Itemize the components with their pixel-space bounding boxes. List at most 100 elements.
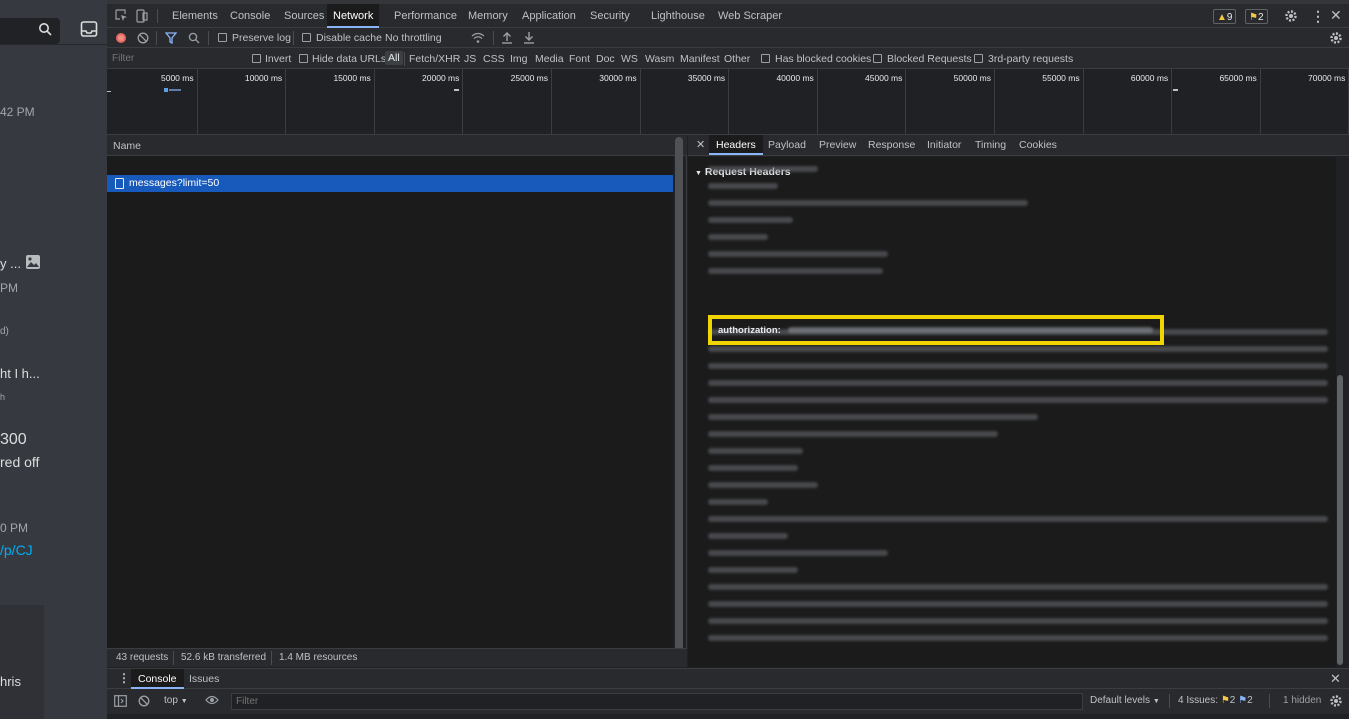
close-drawer-icon[interactable]: ✕ — [1330, 671, 1341, 687]
message-timestamp: 42 PM — [0, 105, 35, 119]
timeline-overview[interactable]: 5000 ms 10000 ms 15000 ms 20000 ms 25000 ms 3… — [107, 69, 1349, 135]
blurred-header-line — [708, 584, 1328, 590]
device-toolbar-icon[interactable] — [136, 9, 148, 23]
timeline-bar — [169, 89, 181, 91]
tab-sources[interactable]: Sources — [284, 4, 324, 28]
blocked-requests-checkbox[interactable] — [873, 54, 882, 63]
devtools-window: Elements Console Sources Network Perform… — [107, 0, 1349, 719]
dropdown-arrow-icon: ▼ — [180, 698, 188, 705]
hide-data-urls-label: Hide data URLs — [312, 53, 387, 65]
clear-icon[interactable] — [137, 32, 149, 44]
blurred-header-line — [708, 166, 818, 172]
tab-headers[interactable]: Headers — [709, 135, 763, 155]
filter-type-wasm[interactable]: Wasm — [645, 53, 674, 65]
message-snippet: red off — [0, 454, 40, 470]
timeline-bar — [164, 88, 168, 92]
request-list-scrollbar[interactable] — [675, 137, 683, 663]
filter-type-doc[interactable]: Doc — [596, 53, 615, 65]
console-drawer: ⋮ Console Issues ✕ top ▼ Default levels … — [107, 668, 1349, 719]
blurred-header-line — [708, 448, 803, 454]
network-toolbar: Preserve log Disable cache No throttling — [107, 28, 1349, 48]
tab-network[interactable]: Network — [327, 4, 380, 28]
console-filter-input[interactable] — [231, 693, 1083, 710]
inspect-element-icon[interactable] — [115, 9, 128, 22]
filter-type-css[interactable]: CSS — [483, 53, 505, 65]
triangle-down-icon: ▼ — [695, 170, 702, 177]
filter-type-all[interactable]: All — [385, 51, 403, 65]
drawer-tab-console[interactable]: Console — [131, 669, 184, 689]
tab-lighthouse[interactable]: Lighthouse — [651, 4, 705, 28]
clear-console-icon[interactable] — [138, 695, 150, 707]
live-expression-eye-icon[interactable] — [205, 695, 219, 705]
member-name[interactable]: hris — [0, 674, 21, 689]
filter-type-ws[interactable]: WS — [621, 53, 638, 65]
throttling-select[interactable]: No throttling — [385, 32, 442, 44]
search-icon[interactable] — [38, 22, 52, 36]
settings-gear-icon[interactable] — [1284, 9, 1298, 23]
network-filter-input[interactable] — [112, 52, 240, 65]
log-levels-select[interactable]: Default levels ▼ — [1090, 695, 1160, 706]
tab-console[interactable]: Console — [230, 4, 270, 28]
tab-initiator[interactable]: Initiator — [927, 135, 961, 155]
tab-memory[interactable]: Memory — [468, 4, 508, 28]
close-devtools-icon[interactable]: ✕ — [1330, 7, 1342, 24]
drawer-menu-icon[interactable]: ⋮ — [118, 671, 130, 685]
console-settings-gear-icon[interactable] — [1329, 694, 1343, 708]
network-settings-gear-icon[interactable] — [1329, 31, 1343, 45]
close-details-icon[interactable]: ✕ — [696, 135, 705, 155]
tab-preview[interactable]: Preview — [819, 135, 856, 155]
image-icon — [25, 254, 41, 270]
tab-security[interactable]: Security — [590, 4, 630, 28]
filter-type-fetch-xhr[interactable]: Fetch/XHR — [409, 53, 460, 65]
record-icon[interactable] — [115, 32, 127, 44]
message-link[interactable]: /p/CJ — [0, 542, 33, 558]
hide-data-urls-checkbox[interactable] — [299, 54, 308, 63]
has-blocked-cookies-checkbox[interactable] — [761, 54, 770, 63]
resources-size: 1.4 MB resources — [279, 652, 358, 663]
details-scrollbar[interactable] — [1337, 375, 1343, 665]
tab-payload[interactable]: Payload — [768, 135, 806, 155]
more-options-icon[interactable]: ⋮ — [1311, 8, 1325, 25]
table-row[interactable]: messages?limit=50 — [107, 175, 673, 192]
issues-badge[interactable]: ⚑2 — [1245, 9, 1268, 24]
filter-funnel-icon[interactable] — [165, 32, 177, 44]
member-card[interactable] — [0, 605, 44, 719]
blurred-header-line — [708, 431, 998, 437]
filter-type-img[interactable]: Img — [510, 53, 528, 65]
blurred-header-line — [708, 380, 1328, 386]
context-select[interactable]: top ▼ — [164, 695, 188, 706]
tab-web-scraper[interactable]: Web Scraper — [718, 4, 782, 28]
timeline-gridline — [462, 69, 464, 135]
network-conditions-icon[interactable] — [471, 32, 485, 44]
tab-elements[interactable]: Elements — [172, 4, 218, 28]
import-har-icon[interactable] — [501, 31, 513, 44]
filter-type-js[interactable]: JS — [464, 53, 476, 65]
filter-type-manifest[interactable]: Manifest — [680, 53, 720, 65]
column-name-header[interactable]: Name — [113, 140, 141, 152]
tab-application[interactable]: Application — [522, 4, 576, 28]
invert-checkbox[interactable] — [252, 54, 261, 63]
search-icon[interactable] — [188, 32, 200, 44]
timeline-tick-label: 10000 ms — [244, 73, 283, 83]
tab-cookies[interactable]: Cookies — [1019, 135, 1057, 155]
preserve-log-checkbox[interactable] — [218, 33, 227, 42]
filter-type-font[interactable]: Font — [569, 53, 590, 65]
filter-type-other[interactable]: Other — [724, 53, 750, 65]
console-sidebar-icon[interactable] — [114, 695, 127, 707]
request-list: Name messages?limit=50 — [107, 135, 687, 667]
transferred-size: 52.6 kB transferred — [181, 652, 267, 663]
disable-cache-checkbox[interactable] — [302, 33, 311, 42]
divider — [1169, 694, 1170, 708]
tab-response[interactable]: Response — [868, 135, 915, 155]
issues-counter[interactable]: 4 Issues: ⚑2 ⚑2 — [1178, 695, 1253, 706]
blocked-requests-label: Blocked Requests — [887, 53, 972, 65]
tab-performance[interactable]: Performance — [394, 4, 457, 28]
warnings-badge[interactable]: ▲9 — [1213, 9, 1237, 24]
filter-type-media[interactable]: Media — [535, 53, 564, 65]
tab-timing[interactable]: Timing — [975, 135, 1006, 155]
timeline-tick-label: 45000 ms — [865, 73, 903, 83]
drawer-tab-issues[interactable]: Issues — [189, 673, 219, 685]
export-har-icon[interactable] — [523, 31, 535, 44]
inbox-icon[interactable] — [80, 20, 98, 38]
third-party-checkbox[interactable] — [974, 54, 983, 63]
